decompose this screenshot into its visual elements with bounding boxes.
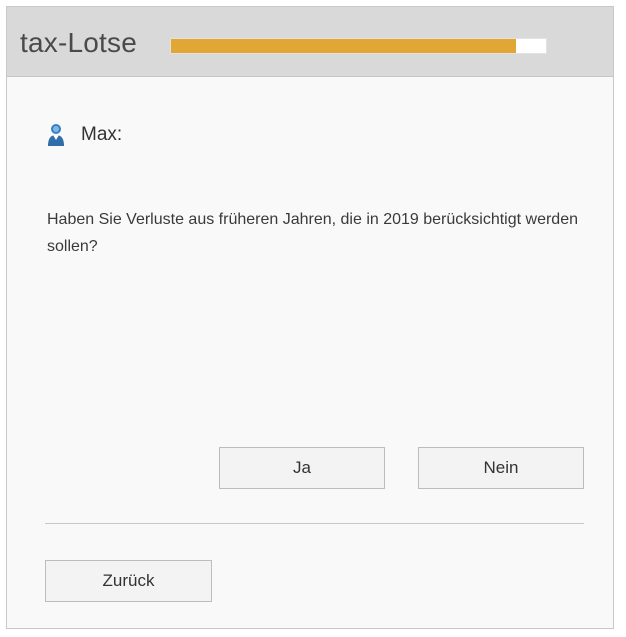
progress-bar	[170, 38, 547, 54]
progress-bar-fill	[171, 39, 516, 53]
no-button[interactable]: Nein	[418, 447, 584, 489]
tax-lotse-dialog: tax-Lotse Max: Haben Sie Verluste aus fr…	[6, 6, 614, 629]
speaker-row: Max:	[47, 121, 122, 149]
speaker-name: Max:	[81, 124, 123, 145]
app-title: tax-Lotse	[20, 27, 137, 58]
question-text: Haben Sie Verluste aus früheren Jahren, …	[47, 211, 578, 255]
divider	[45, 523, 584, 524]
back-button[interactable]: Zurück	[45, 560, 212, 602]
dialog-header: tax-Lotse	[7, 7, 613, 77]
yes-button[interactable]: Ja	[219, 447, 385, 489]
person-icon	[48, 124, 64, 146]
